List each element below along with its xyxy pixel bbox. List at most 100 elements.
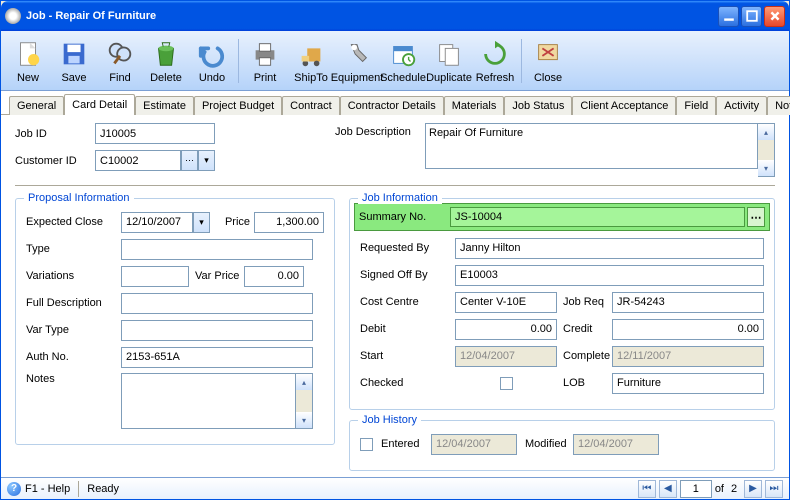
customer-lookup-button[interactable]: ⋯ [181,150,198,171]
checked-label: Checked [360,377,455,389]
variations-input[interactable] [121,266,189,287]
type-label: Type [26,243,121,255]
refresh-button[interactable]: Refresh [472,34,518,88]
close-toolbar-button[interactable]: Close [525,34,571,88]
lob-label: LOB [557,377,612,389]
customer-id-input[interactable] [95,150,181,171]
tab-card-detail[interactable]: Card Detail [64,94,135,115]
job-id-input[interactable] [95,123,215,144]
modified-label: Modified [517,438,573,450]
pager-prev[interactable]: ◀ [659,480,677,498]
undo-button[interactable]: Undo [189,34,235,88]
modified-input [573,434,659,455]
save-icon [58,38,90,70]
job-window: Job - Repair Of Furniture New Save Find … [0,0,790,500]
debit-label: Debit [360,323,455,335]
desc-scrollbar[interactable]: ▴▾ [758,123,775,177]
summary-lookup-button[interactable]: ⋯ [747,207,765,227]
job-req-label: Job Req [557,296,612,308]
refresh-icon [479,38,511,70]
var-type-input[interactable] [121,320,313,341]
pager-first[interactable]: ⏮ [638,480,656,498]
price-input[interactable] [254,212,324,233]
shipto-button[interactable]: ShipTo [288,34,334,88]
new-button[interactable]: New [5,34,51,88]
requested-by-label: Requested By [360,242,455,254]
full-desc-label: Full Description [26,297,121,309]
tabs: General Card Detail Estimate Project Bud… [1,91,789,115]
checked-checkbox[interactable] [500,377,513,390]
equipment-button[interactable]: Equipment [334,34,380,88]
tab-job-status[interactable]: Job Status [504,96,572,115]
job-req-input[interactable] [612,292,764,313]
notes-input[interactable] [121,373,296,429]
job-id-label: Job ID [15,128,95,140]
maximize-button[interactable] [741,6,762,27]
notes-scrollbar[interactable]: ▴▾ [296,373,313,429]
summary-no-input[interactable]: JS-10004 [450,207,745,227]
save-button[interactable]: Save [51,34,97,88]
help-indicator[interactable]: ? F1 - Help [7,482,70,496]
job-desc-label: Job Description [335,123,425,177]
var-price-label: Var Price [189,270,244,282]
full-desc-input[interactable] [121,293,313,314]
delete-button[interactable]: Delete [143,34,189,88]
job-desc-input[interactable] [425,123,758,169]
customer-dropdown-button[interactable]: ▾ [198,150,215,171]
tab-client-acceptance[interactable]: Client Acceptance [572,96,676,115]
requested-by-input[interactable] [455,238,764,259]
proposal-legend: Proposal Information [24,192,134,204]
expected-close-input[interactable] [121,212,193,233]
customer-id-label: Customer ID [15,155,95,167]
summary-row: Summary No. JS-10004 ⋯ [354,203,770,231]
signed-off-input[interactable] [455,265,764,286]
content-panel: Job ID Customer ID ⋯ ▾ Job Description ▴… [1,115,789,477]
tab-field[interactable]: Field [676,96,716,115]
lob-input[interactable] [612,373,764,394]
expected-close-dropdown[interactable]: ▾ [193,212,210,233]
proposal-fieldset: Proposal Information Expected Close ▾ Pr… [15,198,335,445]
equipment-icon [341,38,373,70]
find-icon [104,38,136,70]
pager-current[interactable] [680,480,712,498]
tab-estimate[interactable]: Estimate [135,96,194,115]
tab-notes[interactable]: Notes [767,96,790,115]
complete-label: Complete [557,350,612,362]
tab-materials[interactable]: Materials [444,96,505,115]
close-button[interactable] [764,6,785,27]
minimize-button[interactable] [718,6,739,27]
jobinfo-fieldset: Job Information Summary No. JS-10004 ⋯ R… [349,198,775,410]
duplicate-button[interactable]: Duplicate [426,34,472,88]
tab-project-budget[interactable]: Project Budget [194,96,282,115]
tab-activity[interactable]: Activity [716,96,767,115]
tab-contractor-details[interactable]: Contractor Details [340,96,444,115]
tab-contract[interactable]: Contract [282,96,340,115]
var-price-input[interactable] [244,266,304,287]
shipto-icon [295,38,327,70]
help-text: F1 - Help [25,483,70,495]
credit-input[interactable] [612,319,764,340]
expected-close-label: Expected Close [26,216,121,228]
delete-icon [150,38,182,70]
pager-of: of [715,483,724,495]
entered-input [431,434,517,455]
auth-no-label: Auth No. [26,351,121,363]
auth-no-input[interactable] [121,347,313,368]
entered-checkbox[interactable] [360,438,373,451]
pager-last[interactable]: ⏭ [765,480,783,498]
type-input[interactable] [121,239,313,260]
tab-general[interactable]: General [9,96,64,115]
find-button[interactable]: Find [97,34,143,88]
notes-label: Notes [26,373,121,385]
pager-next[interactable]: ▶ [744,480,762,498]
app-icon [5,8,21,24]
entered-label: Entered [381,438,431,450]
schedule-button[interactable]: Schedule [380,34,426,88]
schedule-icon [387,38,419,70]
summary-no-label: Summary No. [359,211,450,223]
debit-input[interactable] [455,319,557,340]
status-ready: Ready [87,483,119,495]
print-button[interactable]: Print [242,34,288,88]
duplicate-icon [433,38,465,70]
cost-centre-input[interactable] [455,292,557,313]
